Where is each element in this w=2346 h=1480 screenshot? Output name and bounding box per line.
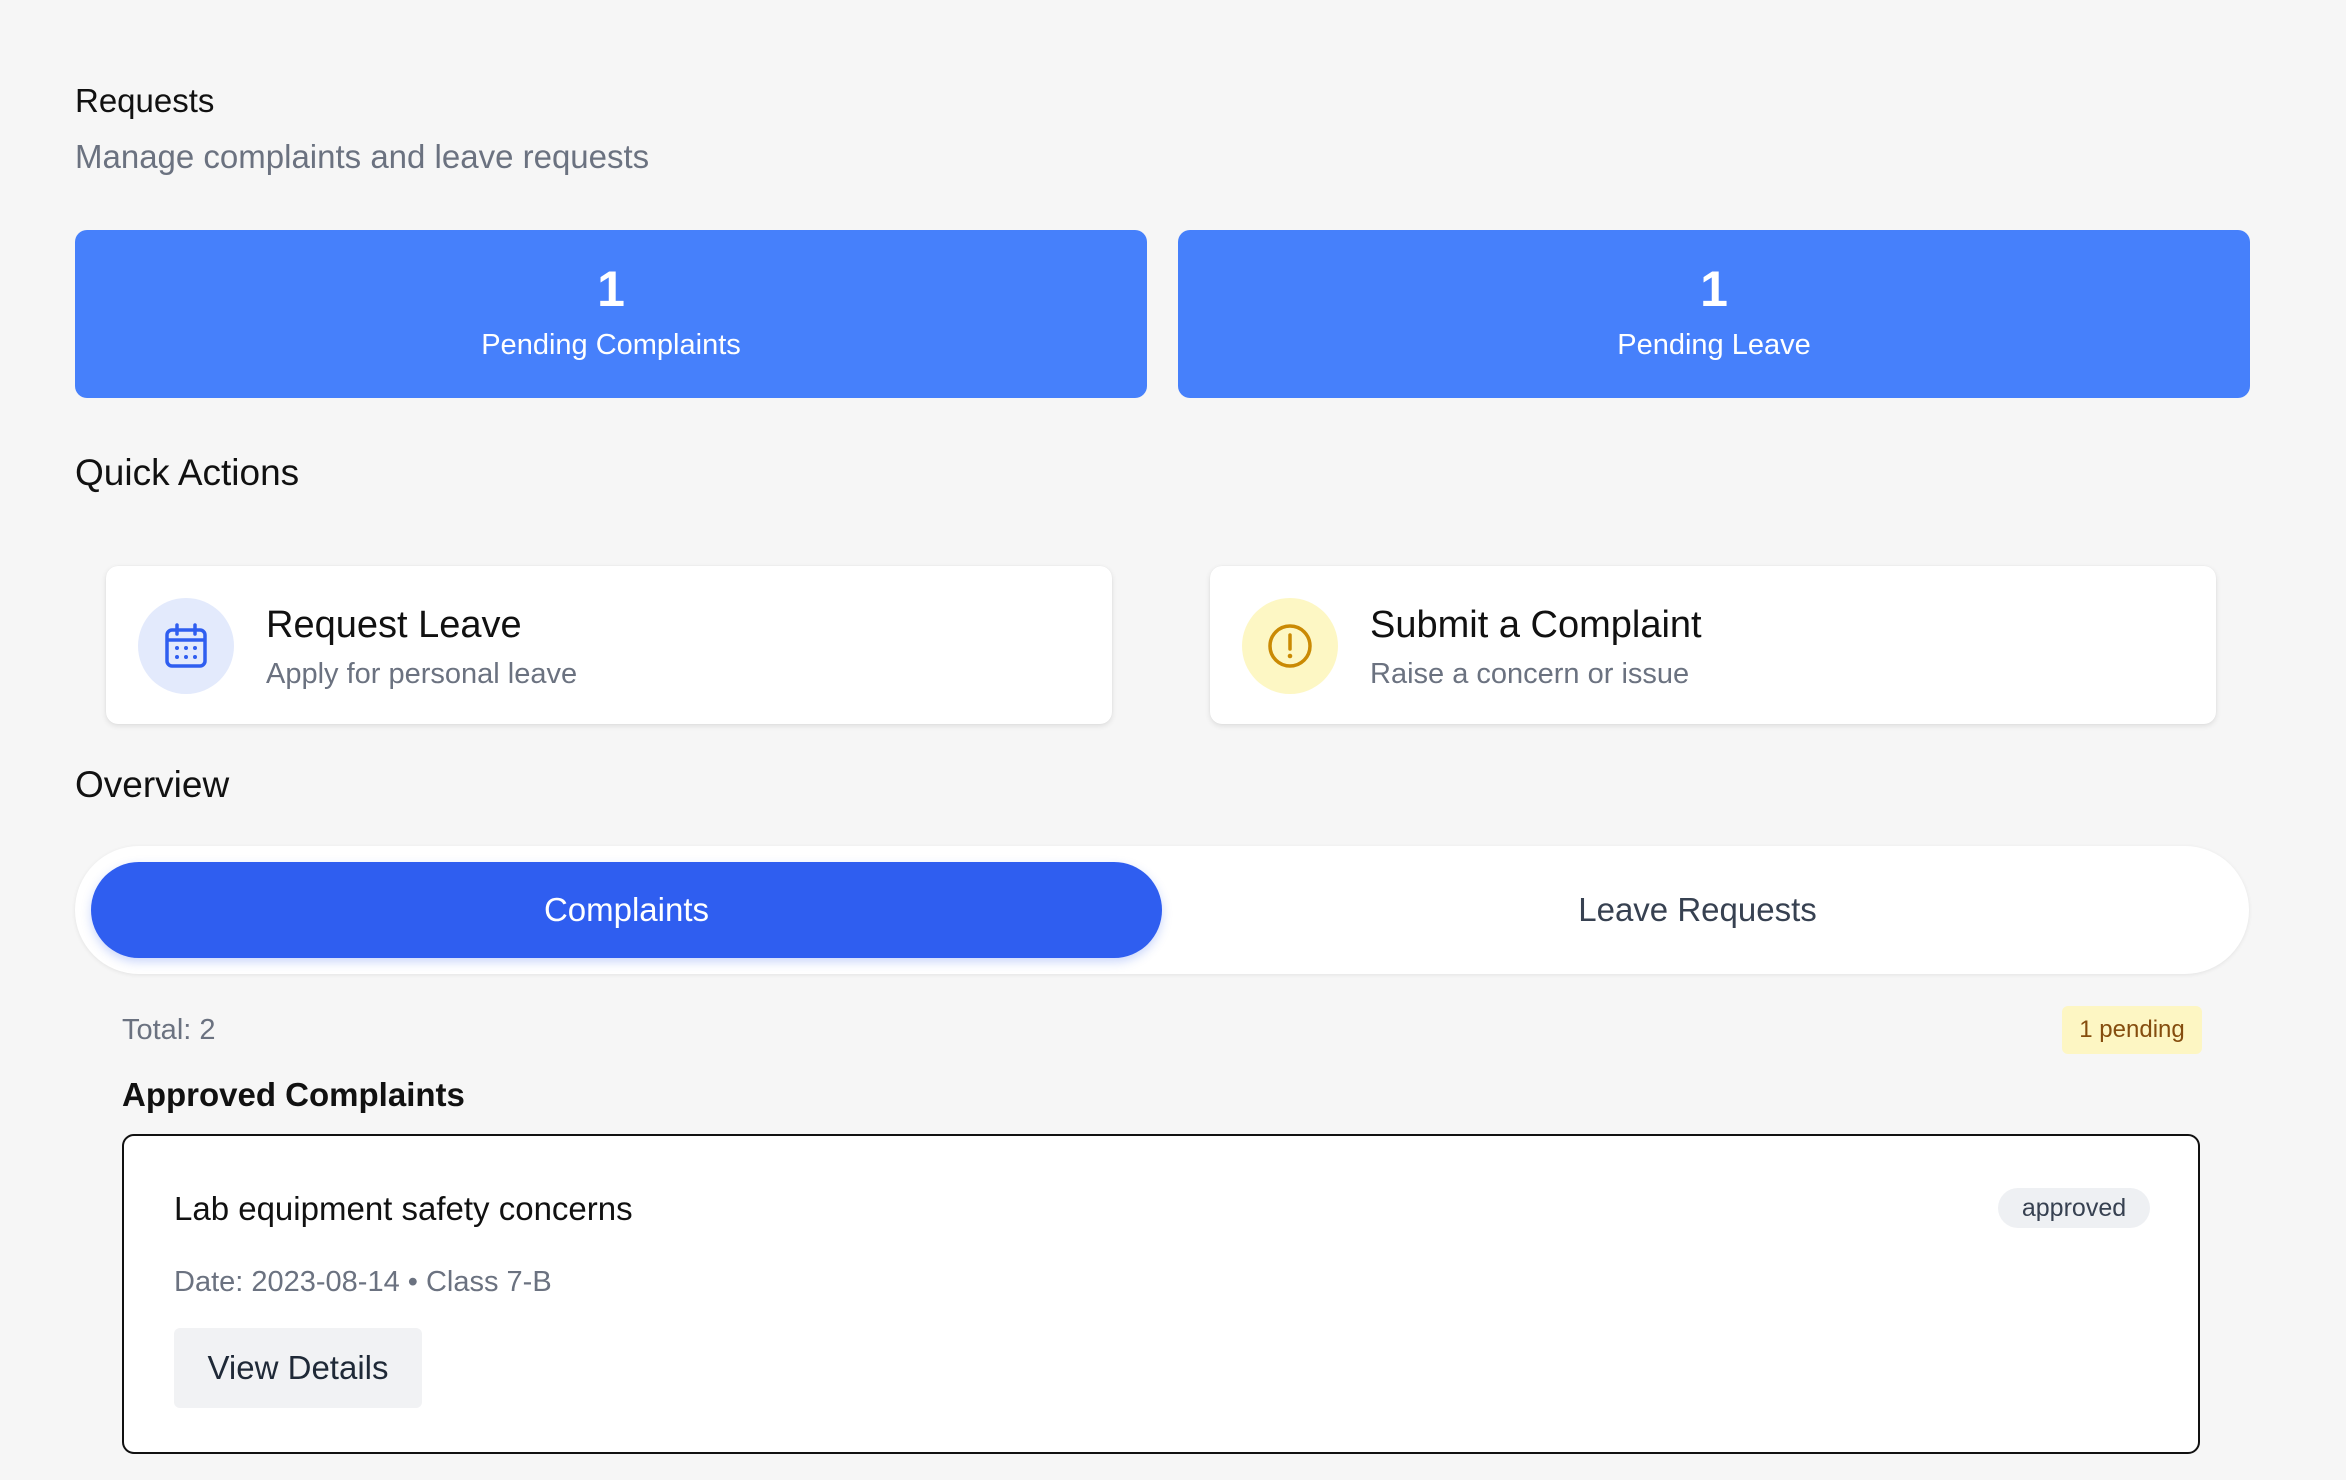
pending-leave-count: 1 <box>1700 261 1728 317</box>
page-subtitle: Manage complaints and leave requests <box>75 138 650 175</box>
total-count: Total: 2 <box>122 1014 216 1046</box>
submit-complaint-card[interactable]: Submit a Complaint Raise a concern or is… <box>1210 566 2216 724</box>
pending-complaints-count: 1 <box>597 261 625 317</box>
page-title: Requests <box>75 82 215 119</box>
submit-complaint-title: Submit a Complaint <box>1370 604 1702 646</box>
request-leave-card[interactable]: Request Leave Apply for personal leave <box>106 566 1112 724</box>
pending-leave-label: Pending Leave <box>1617 329 1811 361</box>
view-details-button[interactable]: View Details <box>174 1328 422 1408</box>
calendar-icon <box>138 598 234 694</box>
request-leave-title: Request Leave <box>266 604 522 646</box>
alert-circle-icon <box>1242 598 1338 694</box>
overview-heading: Overview <box>75 764 230 805</box>
status-badge: approved <box>1998 1188 2150 1228</box>
submit-complaint-description: Raise a concern or issue <box>1370 658 1690 690</box>
quick-actions-heading: Quick Actions <box>75 452 300 493</box>
overview-tabs: Complaints Leave Requests <box>75 846 2249 974</box>
approved-complaints-heading: Approved Complaints <box>122 1076 465 1113</box>
complaint-card: Lab equipment safety concerns approved D… <box>122 1134 2200 1454</box>
tab-leave-requests[interactable]: Leave Requests <box>1162 862 2233 958</box>
request-leave-description: Apply for personal leave <box>266 658 578 690</box>
pending-badge: 1 pending <box>2062 1006 2202 1054</box>
pending-complaints-label: Pending Complaints <box>481 329 741 361</box>
pending-leave-card: 1 Pending Leave <box>1178 230 2250 398</box>
complaint-meta: Date: 2023-08-14 • Class 7-B <box>174 1266 552 1298</box>
tab-complaints[interactable]: Complaints <box>91 862 1162 958</box>
pending-complaints-card: 1 Pending Complaints <box>75 230 1147 398</box>
complaint-title: Lab equipment safety concerns <box>174 1190 633 1227</box>
